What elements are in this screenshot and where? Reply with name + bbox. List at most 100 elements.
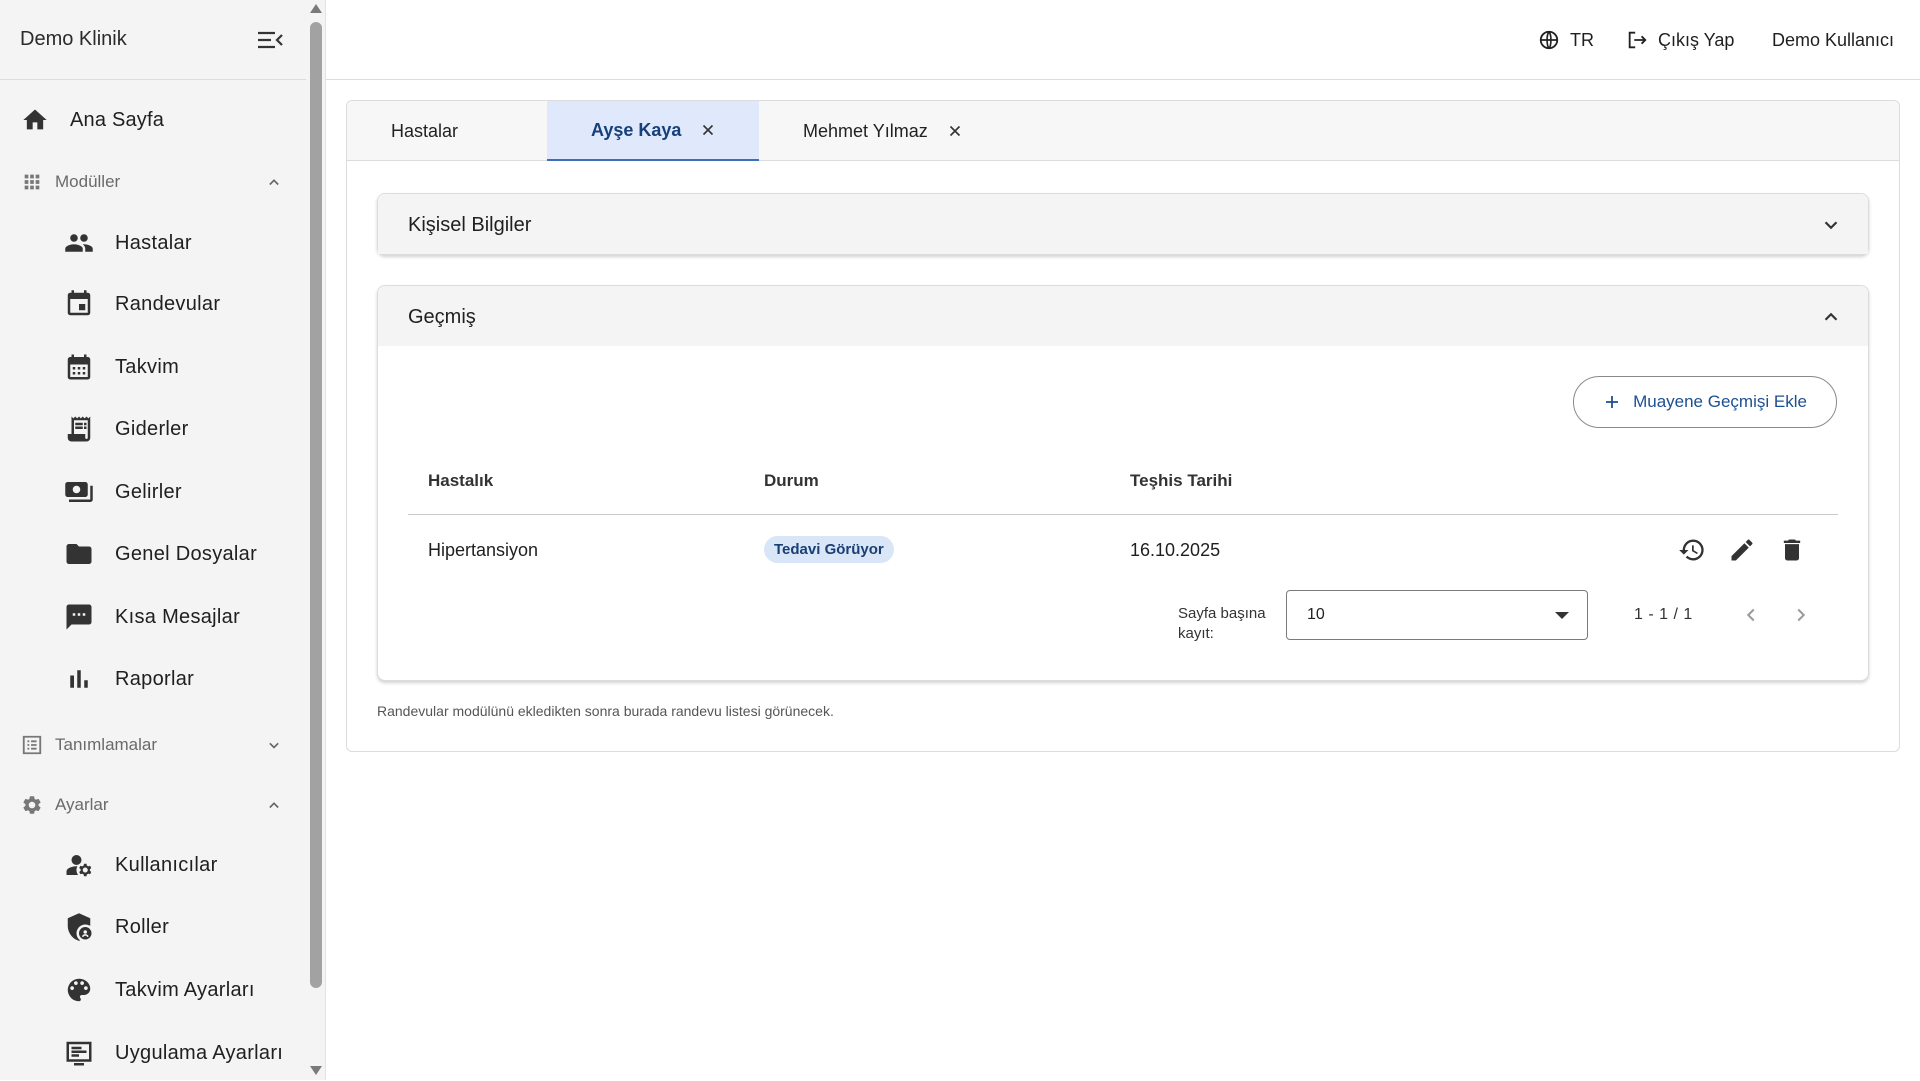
app-settings-icon — [64, 1038, 94, 1068]
rows-per-page-label-line2: kayıt: — [1178, 625, 1214, 642]
brand-name: Demo Klinik — [20, 28, 127, 50]
sidebar-item-kullanicilar[interactable]: Kullanıcılar — [0, 837, 306, 893]
tab-hastalar[interactable]: Hastalar — [347, 101, 547, 161]
sidebar-item-genel-dosyalar[interactable]: Genel Dosyalar — [0, 526, 306, 582]
panel-title: Kişisel Bilgiler — [408, 214, 532, 236]
apps-grid-icon — [21, 171, 43, 193]
close-icon[interactable] — [946, 122, 964, 140]
logout-icon — [1626, 29, 1658, 51]
table-header-divider — [408, 514, 1838, 515]
palette-icon — [64, 975, 94, 1005]
calendar-event-icon — [64, 289, 94, 319]
rows-per-page-value: 10 — [1307, 606, 1325, 623]
collapse-menu-icon[interactable] — [256, 28, 284, 52]
sidebar-group-label: Tanımlamalar — [55, 735, 158, 754]
logout-button[interactable]: Çıkış Yap — [1626, 26, 1734, 54]
rows-per-page-select[interactable]: 10 — [1286, 590, 1588, 640]
plus-icon — [1603, 393, 1633, 411]
scrollbar-thumb[interactable] — [310, 22, 322, 988]
user-gear-icon — [64, 850, 94, 880]
language-label: TR — [1570, 29, 1594, 50]
sms-icon — [64, 602, 94, 632]
chevron-up-icon — [1820, 306, 1842, 328]
sidebar-header: Demo Klinik — [0, 0, 306, 80]
sidebar-group-settings[interactable]: Ayarlar — [0, 781, 306, 829]
panel-title: Geçmiş — [408, 306, 476, 328]
tab-ayse-kaya[interactable]: Ayşe Kaya — [547, 101, 759, 161]
folder-icon — [64, 539, 94, 569]
tab-mehmet-yilmaz[interactable]: Mehmet Yılmaz — [759, 101, 999, 161]
sidebar-item-label: Takvim Ayarları — [115, 978, 255, 1001]
rows-per-page-label-line1: Sayfa başına — [1178, 605, 1266, 622]
add-exam-history-button[interactable]: Muayene Geçmişi Ekle — [1573, 376, 1837, 428]
tab-bar: Hastalar Ayşe Kaya Mehmet Yılmaz — [347, 101, 1899, 161]
sidebar-item-label: Gelirler — [115, 480, 182, 503]
globe-icon — [1538, 29, 1570, 51]
sidebar-item-home[interactable]: Ana Sayfa — [0, 92, 306, 148]
sidebar-item-randevular[interactable]: Randevular — [0, 276, 306, 332]
user-name: Demo Kullanıcı — [1772, 29, 1895, 50]
status-badge: Tedavi Görüyor — [764, 536, 894, 563]
delete-icon[interactable] — [1778, 536, 1806, 564]
sidebar-item-roller[interactable]: Roller — [0, 899, 306, 955]
edit-icon[interactable] — [1728, 536, 1756, 564]
sidebar-item-label: Genel Dosyalar — [115, 542, 258, 565]
sidebar-item-label: Ana Sayfa — [70, 108, 165, 131]
sidebar-scrollbar[interactable] — [306, 0, 326, 1080]
sidebar-item-uygulama-ayarlari[interactable]: Uygulama Ayarları — [0, 1025, 306, 1081]
receipt-icon — [64, 414, 94, 444]
sidebar-item-label: Uygulama Ayarları — [115, 1041, 284, 1064]
tab-label: Mehmet Yılmaz — [803, 120, 928, 141]
user-menu[interactable]: Demo Kullanıcı — [1772, 26, 1894, 54]
shield-lock-icon — [64, 912, 94, 942]
sidebar-item-label: Hastalar — [115, 231, 192, 254]
close-icon[interactable] — [699, 121, 717, 139]
list-icon — [21, 734, 43, 756]
sidebar-item-hastalar[interactable]: Hastalar — [0, 215, 306, 271]
next-page-icon[interactable] — [1790, 604, 1812, 626]
sidebar-item-takvim[interactable]: Takvim — [0, 339, 306, 395]
button-label: Muayene Geçmişi Ekle — [1633, 392, 1807, 411]
logout-label: Çıkış Yap — [1658, 29, 1735, 50]
language-selector[interactable]: TR — [1538, 26, 1594, 54]
personal-info-header[interactable]: Kişisel Bilgiler — [378, 194, 1868, 254]
sidebar-item-kisa-mesajlar[interactable]: Kısa Mesajlar — [0, 589, 306, 645]
sidebar-item-label: Raporlar — [115, 667, 195, 690]
cell-diagnosis-date: 16.10.2025 — [1130, 540, 1221, 560]
tab-label: Ayşe Kaya — [591, 119, 682, 140]
sidebar-item-raporlar[interactable]: Raporlar — [0, 651, 306, 707]
sidebar-group-definitions[interactable]: Tanımlamalar — [0, 721, 306, 769]
sidebar-item-label: Kullanıcılar — [115, 853, 218, 876]
sidebar-item-label: Roller — [115, 915, 170, 938]
sidebar-item-label: Kısa Mesajlar — [115, 605, 241, 628]
chevron-down-icon — [264, 735, 284, 755]
history-header[interactable]: Geçmiş — [378, 286, 1868, 346]
sidebar-item-label: Giderler — [115, 417, 189, 440]
sidebar-item-takvim-ayarlari[interactable]: Takvim Ayarları — [0, 962, 306, 1018]
pagination-range: 1 - 1 / 1 — [1634, 606, 1693, 623]
column-header-diagnosis-date[interactable]: Teşhis Tarihi — [1130, 471, 1232, 491]
appointments-footnote: Randevular modülünü ekledikten sonra bur… — [377, 703, 834, 719]
history-icon[interactable] — [1678, 536, 1706, 564]
sidebar-item-giderler[interactable]: Giderler — [0, 401, 306, 457]
personal-info-panel: Kişisel Bilgiler — [377, 193, 1869, 255]
sidebar-group-label: Modüller — [55, 172, 121, 191]
sidebar-item-gelirler[interactable]: Gelirler — [0, 464, 306, 520]
gear-icon — [21, 794, 43, 816]
column-header-disease[interactable]: Hastalık — [428, 471, 493, 491]
history-panel: Geçmiş Muayene Geçmişi Ekle Hastalık Dur… — [377, 285, 1869, 681]
scroll-up-arrow-icon[interactable] — [310, 4, 322, 13]
sidebar-group-modules[interactable]: Modüller — [0, 158, 306, 206]
previous-page-icon[interactable] — [1740, 604, 1762, 626]
sidebar-item-label: Randevular — [115, 292, 221, 315]
chevron-up-icon — [264, 795, 284, 815]
chevron-up-icon — [264, 172, 284, 192]
cell-disease: Hipertansiyon — [428, 540, 539, 560]
people-icon — [64, 228, 94, 258]
home-icon — [21, 106, 49, 134]
dropdown-arrow-icon — [1555, 612, 1569, 619]
sidebar-item-label: Takvim — [115, 355, 180, 378]
column-header-status[interactable]: Durum — [764, 471, 819, 491]
scroll-down-arrow-icon[interactable] — [310, 1066, 322, 1075]
top-bar: TR Çıkış Yap Demo Kullanıcı — [326, 0, 1920, 80]
